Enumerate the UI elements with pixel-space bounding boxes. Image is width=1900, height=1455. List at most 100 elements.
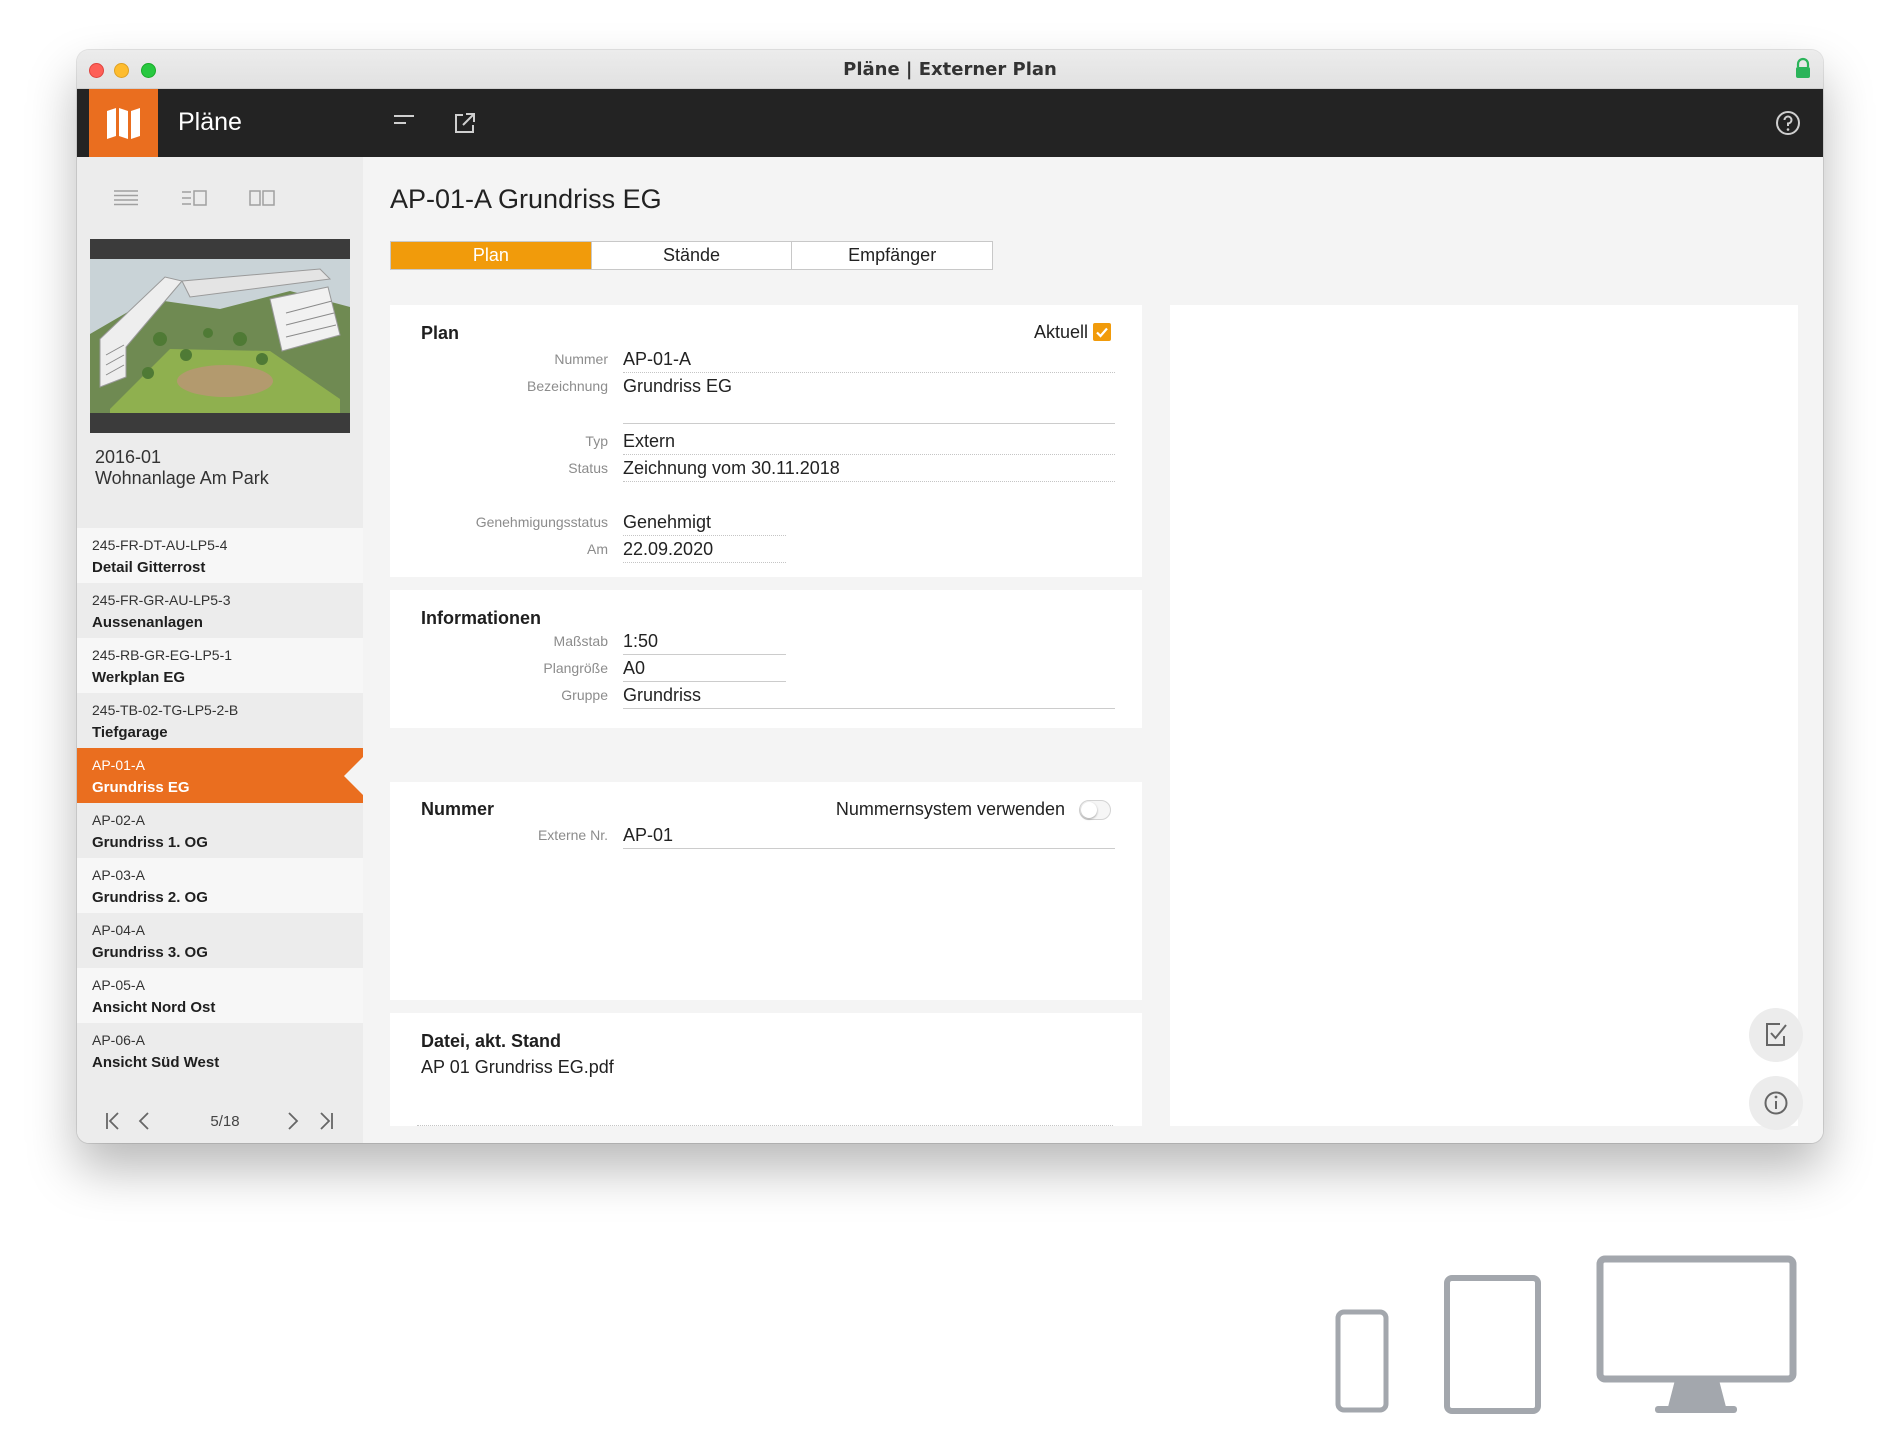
plan-name: Aussenanlagen bbox=[92, 614, 203, 631]
external-link-icon[interactable] bbox=[448, 106, 482, 140]
externe-nr-value[interactable]: AP-01 bbox=[623, 825, 673, 846]
project-building-image bbox=[90, 239, 350, 433]
plan-list-item[interactable]: 245-FR-DT-AU-LP5-4 Detail Gitterrost bbox=[77, 528, 363, 583]
typ-value[interactable]: Extern bbox=[623, 431, 675, 452]
plan-list-item[interactable]: AP-02-A Grundriss 1. OG bbox=[77, 803, 363, 858]
info-icon bbox=[1764, 1091, 1788, 1115]
plan-list: 245-FR-DT-AU-LP5-4 Detail Gitterrost 245-F… bbox=[77, 528, 363, 1078]
nummernsystem-toggle[interactable] bbox=[1079, 800, 1111, 820]
help-icon[interactable] bbox=[1771, 106, 1805, 140]
previous-page-icon[interactable] bbox=[134, 1109, 156, 1133]
window-title: Pläne | Externer Plan bbox=[843, 59, 1057, 80]
app-window: Pläne | Externer Plan Pläne 2016-01 Wohn… bbox=[77, 50, 1823, 1143]
field-label: Externe Nr. bbox=[537, 827, 608, 843]
split-view-icon[interactable] bbox=[246, 187, 278, 209]
pager: 5/18 bbox=[77, 1107, 363, 1137]
info-card: Informationen Maßstab 1:50 Plangröße A0 … bbox=[390, 590, 1142, 728]
info-button[interactable] bbox=[1749, 1076, 1803, 1130]
map-icon bbox=[107, 108, 140, 139]
next-page-icon[interactable] bbox=[281, 1109, 303, 1133]
first-page-icon[interactable] bbox=[102, 1109, 124, 1133]
project-code: 2016-01 bbox=[95, 447, 162, 467]
list-preview-view-icon[interactable] bbox=[178, 187, 210, 209]
plan-code: AP-01-A bbox=[92, 757, 145, 773]
plan-code: AP-05-A bbox=[92, 977, 145, 993]
list-view-icon[interactable] bbox=[110, 187, 142, 209]
check-icon bbox=[1096, 327, 1108, 338]
field-label: Maßstab bbox=[553, 633, 608, 649]
plan-name: Werkplan EG bbox=[92, 669, 186, 686]
plan-list-item[interactable]: AP-04-A Grundriss 3. OG bbox=[77, 913, 363, 968]
plan-name: Grundriss 1. OG bbox=[92, 834, 208, 851]
plan-list-item[interactable]: 245-RB-GR-EG-LP5-1 Werkplan EG bbox=[77, 638, 363, 693]
plan-card-title: Plan bbox=[421, 323, 460, 343]
am-value[interactable]: 22.09.2020 bbox=[623, 539, 713, 560]
plan-list-item[interactable]: AP-03-A Grundriss 2. OG bbox=[77, 858, 363, 913]
tab-bar: Plan Stände Empfänger bbox=[390, 241, 993, 270]
genehmigungsstatus-value[interactable]: Genehmigt bbox=[623, 512, 711, 533]
plan-list-item[interactable]: AP-01-A Grundriss EG bbox=[77, 748, 363, 803]
field-genehmigungsstatus: Genehmigungsstatus Genehmigt bbox=[390, 510, 1142, 536]
field-label: Nummer bbox=[554, 351, 608, 367]
plan-code: 245-FR-DT-AU-LP5-4 bbox=[92, 537, 228, 553]
tablet-icon bbox=[1444, 1275, 1541, 1414]
field-label: Genehmigungsstatus bbox=[475, 514, 608, 530]
title-bar: Pläne | Externer Plan bbox=[77, 50, 1823, 89]
plan-list-item[interactable]: AP-05-A Ansicht Nord Ost bbox=[77, 968, 363, 1023]
field-nummer: Nummer AP-01-A bbox=[390, 347, 1142, 373]
tab-plan[interactable]: Plan bbox=[391, 242, 591, 269]
file-card-title: Datei, akt. Stand bbox=[421, 1031, 562, 1051]
plan-name: Grundriss 3. OG bbox=[92, 944, 208, 961]
field-plangroesse: Plangröße A0 bbox=[390, 656, 1142, 682]
menu-icon[interactable] bbox=[386, 106, 420, 140]
field-label: Gruppe bbox=[561, 687, 608, 703]
plan-list-item[interactable]: AP-06-A Ansicht Süd West bbox=[77, 1023, 363, 1078]
plan-name: Grundriss 2. OG bbox=[92, 889, 208, 906]
plangroesse-value[interactable]: A0 bbox=[623, 658, 645, 679]
checklist-button[interactable] bbox=[1749, 1008, 1803, 1062]
bezeichnung-value[interactable]: Grundriss EG bbox=[623, 376, 732, 397]
plan-list-item[interactable]: 245-TB-02-TG-LP5-2-B Tiefgarage bbox=[77, 693, 363, 748]
aktuell-label: Aktuell bbox=[1033, 322, 1088, 342]
field-label: Typ bbox=[585, 433, 608, 449]
plan-name: Grundriss EG bbox=[92, 779, 190, 796]
device-illustrations bbox=[1330, 1250, 1810, 1430]
detail-pane: AP-01-A Grundriss EG Plan Stände Empfäng… bbox=[363, 157, 1823, 1143]
plan-code: 245-RB-GR-EG-LP5-1 bbox=[92, 647, 233, 663]
field-externe-nr: Externe Nr. AP-01 bbox=[390, 823, 1142, 849]
plan-code: AP-04-A bbox=[92, 922, 145, 938]
last-page-icon[interactable] bbox=[315, 1109, 337, 1133]
phone-icon bbox=[1335, 1309, 1389, 1413]
page-count: 5/18 bbox=[210, 1113, 240, 1130]
info-card-title: Informationen bbox=[421, 608, 541, 628]
field-label: Status bbox=[568, 460, 608, 476]
field-label: Bezeichnung bbox=[527, 378, 608, 394]
sidebar: 2016-01 Wohnanlage Am Park 245-FR-DT-AU-… bbox=[77, 157, 363, 1143]
field-label: Plangröße bbox=[543, 660, 608, 676]
plan-code: AP-02-A bbox=[92, 812, 145, 828]
status-value[interactable]: Zeichnung vom 30.11.2018 bbox=[623, 458, 840, 479]
tab-empfaenger[interactable]: Empfänger bbox=[791, 242, 992, 269]
file-card: Datei, akt. Stand AP 01 Grundriss EG.pdf bbox=[390, 1013, 1142, 1126]
file-name-link[interactable]: AP 01 Grundriss EG.pdf bbox=[421, 1057, 614, 1078]
massstab-value[interactable]: 1:50 bbox=[623, 631, 658, 652]
nummer-card: Nummer Nummernsystem verwenden Externe N… bbox=[390, 782, 1142, 1000]
plan-list-item[interactable]: 245-FR-GR-AU-LP5-3 Aussenanlagen bbox=[77, 583, 363, 638]
field-gruppe: Gruppe Grundriss bbox=[390, 683, 1142, 709]
field-bezeichnung: Bezeichnung Grundriss EG bbox=[390, 374, 1142, 424]
field-typ: Typ Extern bbox=[390, 429, 1142, 455]
plan-code: 245-TB-02-TG-LP5-2-B bbox=[92, 702, 239, 718]
plan-code: AP-03-A bbox=[92, 867, 145, 883]
checklist-icon bbox=[1766, 1023, 1787, 1046]
aktuell-checkbox[interactable] bbox=[1093, 323, 1111, 341]
lock-icon bbox=[1796, 57, 1810, 78]
project-name: Wohnanlage Am Park bbox=[95, 468, 269, 488]
tab-staende[interactable]: Stände bbox=[590, 242, 792, 269]
app-logo[interactable] bbox=[89, 89, 158, 157]
nummer-value[interactable]: AP-01-A bbox=[623, 349, 691, 370]
gruppe-value[interactable]: Grundriss bbox=[623, 685, 701, 706]
desktop-icon bbox=[1596, 1255, 1797, 1413]
plan-code: 245-FR-GR-AU-LP5-3 bbox=[92, 592, 231, 608]
plan-name: Ansicht Süd West bbox=[92, 1054, 220, 1071]
nummer-card-title: Nummer bbox=[421, 799, 495, 819]
